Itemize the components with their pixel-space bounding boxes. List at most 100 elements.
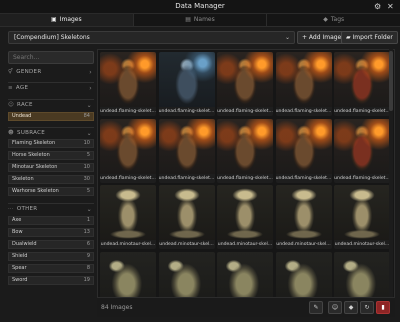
grid-scrollbar[interactable]	[389, 49, 393, 297]
image-thumbnail[interactable]: undead.minotaur-skel...	[334, 185, 390, 249]
search-input[interactable]	[8, 51, 94, 64]
item-count: 5	[86, 188, 90, 194]
section-label: AGE	[15, 85, 29, 91]
item-count: 9	[86, 253, 90, 259]
section-age[interactable]: ≡ AGE ›	[8, 82, 94, 93]
image-caption: undead.minotaur-skel...	[158, 240, 215, 249]
user-add-icon[interactable]: ☺	[328, 301, 342, 314]
image-caption: undead.minotaur-skel...	[334, 240, 390, 249]
image-thumbnail[interactable]: undead.minotaur-skel...	[158, 185, 215, 249]
image-thumbnail[interactable]: undead.flaming-skelet...	[334, 118, 390, 183]
tab-names[interactable]: ▤ Names	[134, 14, 268, 26]
image-caption: undead.flaming-skelet...	[217, 173, 273, 183]
skeleton-artwork	[275, 52, 332, 108]
section-gender[interactable]: ⚥ GENDER ›	[8, 67, 94, 78]
skeleton-artwork	[158, 52, 215, 108]
tab-label: Names	[193, 16, 215, 23]
chevron-down-icon: ⌄	[86, 102, 92, 109]
image-caption: undead.flaming-skelet...	[334, 173, 390, 183]
add-image-button[interactable]: + Add Image	[297, 31, 347, 44]
section-label: RACE	[17, 102, 33, 108]
item-label: Horse Skeleton	[12, 152, 50, 158]
item-count: 6	[86, 241, 90, 247]
gender-icon: ⚥	[8, 69, 14, 75]
image-thumbnail[interactable]: undead.flaming-skelet...	[275, 118, 332, 183]
other-item[interactable]: Axe 1	[8, 216, 94, 225]
image-grid: undead.flaming-skelet... undead.flaming-s…	[97, 49, 395, 317]
tab-bar: ▣ Images ▤ Names ◆ Tags	[0, 14, 400, 27]
image-caption: undead.flaming-skelet...	[334, 107, 390, 116]
skeleton-artwork	[275, 185, 332, 241]
skeleton-artwork	[100, 118, 156, 175]
image-thumbnail[interactable]: undead.flaming-skelet...	[217, 52, 273, 116]
subrace-item[interactable]: Skeleton 30	[8, 175, 94, 184]
age-icon: ≡	[8, 85, 13, 91]
tags-icon: ◆	[323, 16, 328, 23]
skeleton-artwork	[158, 118, 215, 175]
item-label: Bow	[12, 229, 23, 235]
tab-tags[interactable]: ◆ Tags	[267, 14, 400, 26]
names-icon: ▤	[185, 16, 191, 23]
skeleton-artwork	[334, 185, 390, 241]
image-thumbnail[interactable]: undead.minotaur-skel...	[100, 185, 156, 249]
import-folder-button[interactable]: ▰ Import Folder	[341, 31, 398, 44]
race-icon: ☺	[8, 102, 15, 108]
subrace-item[interactable]: Flaming Skeleton 10	[8, 139, 94, 148]
item-count: 1	[86, 217, 90, 223]
refresh-icon[interactable]: ↻	[360, 301, 374, 314]
subrace-item[interactable]: Minotaur Skeleton 10	[8, 163, 94, 172]
image-caption: undead.flaming-skelet...	[100, 173, 156, 183]
tab-label: Tags	[330, 16, 345, 23]
collection-select[interactable]: [Compendium] Skeletons ⌄	[8, 31, 295, 44]
section-race[interactable]: ☺ RACE ⌄	[8, 99, 94, 110]
close-icon[interactable]: ✕	[387, 2, 394, 11]
image-thumbnail[interactable]: undead.minotaur-skel...	[217, 185, 273, 249]
status-bar: 84 Images ✎ ☺ ◆ ↻ ▮	[97, 297, 395, 317]
other-item[interactable]: Bow 13	[8, 228, 94, 237]
tag-icon[interactable]: ◆	[344, 301, 358, 314]
other-item[interactable]: Sword 19	[8, 276, 94, 285]
scrollbar-thumb[interactable]	[389, 51, 393, 111]
item-count: 19	[83, 277, 90, 283]
image-caption: undead.flaming-skelet...	[217, 107, 273, 116]
image-thumbnail[interactable]: undead.flaming-skelet...	[158, 118, 215, 183]
image-thumbnail[interactable]: undead.flaming-skelet...	[334, 52, 390, 116]
race-item-undead[interactable]: Undead 84	[8, 112, 94, 121]
more-icon: ⋯	[8, 206, 14, 212]
item-label: Dualwield	[12, 241, 37, 247]
skeleton-artwork	[100, 52, 156, 108]
tab-label: Images	[59, 16, 82, 23]
subrace-item[interactable]: Warhorse Skeleton 5	[8, 187, 94, 196]
import-folder-label: Import Folder	[352, 34, 393, 41]
images-icon: ▣	[51, 16, 57, 23]
other-item[interactable]: Shield 9	[8, 252, 94, 261]
item-label: Skeleton	[12, 176, 34, 182]
chevron-right-icon: ›	[89, 85, 92, 92]
chevron-down-icon: ⌄	[86, 130, 92, 137]
image-thumbnail[interactable]: undead.minotaur-skel...	[275, 185, 332, 249]
item-label: Minotaur Skeleton	[12, 164, 58, 170]
gear-icon[interactable]: ⚙	[374, 2, 381, 11]
image-thumbnail[interactable]: undead.flaming-skelet...	[158, 52, 215, 116]
section-label: SUBRACE	[17, 130, 46, 136]
image-caption: undead.flaming-skelet...	[100, 107, 156, 116]
image-count: 84 Images	[101, 304, 133, 311]
item-label: Sword	[12, 277, 28, 283]
section-subrace[interactable]: ☻ SUBRACE ⌄	[8, 127, 94, 138]
other-item[interactable]: Spear 8	[8, 264, 94, 273]
image-thumbnail[interactable]: undead.flaming-skelet...	[275, 52, 332, 116]
image-thumbnail[interactable]: undead.flaming-skelet...	[217, 118, 273, 183]
item-count: 84	[83, 113, 90, 119]
image-thumbnail[interactable]: undead.flaming-skelet...	[100, 52, 156, 116]
subrace-item[interactable]: Horse Skeleton 5	[8, 151, 94, 160]
tab-images[interactable]: ▣ Images	[0, 14, 134, 26]
pencil-icon[interactable]: ✎	[309, 301, 323, 314]
other-item[interactable]: Dualwield 6	[8, 240, 94, 249]
image-thumbnail[interactable]: undead.flaming-skelet...	[100, 118, 156, 183]
section-other[interactable]: ⋯ OTHER ⌄	[8, 203, 94, 214]
skeleton-artwork	[217, 185, 273, 241]
item-label: Warhorse Skeleton	[12, 188, 59, 194]
item-count: 30	[83, 176, 90, 182]
window-title: Data Manager	[175, 2, 225, 10]
trash-icon[interactable]: ▮	[376, 301, 390, 314]
